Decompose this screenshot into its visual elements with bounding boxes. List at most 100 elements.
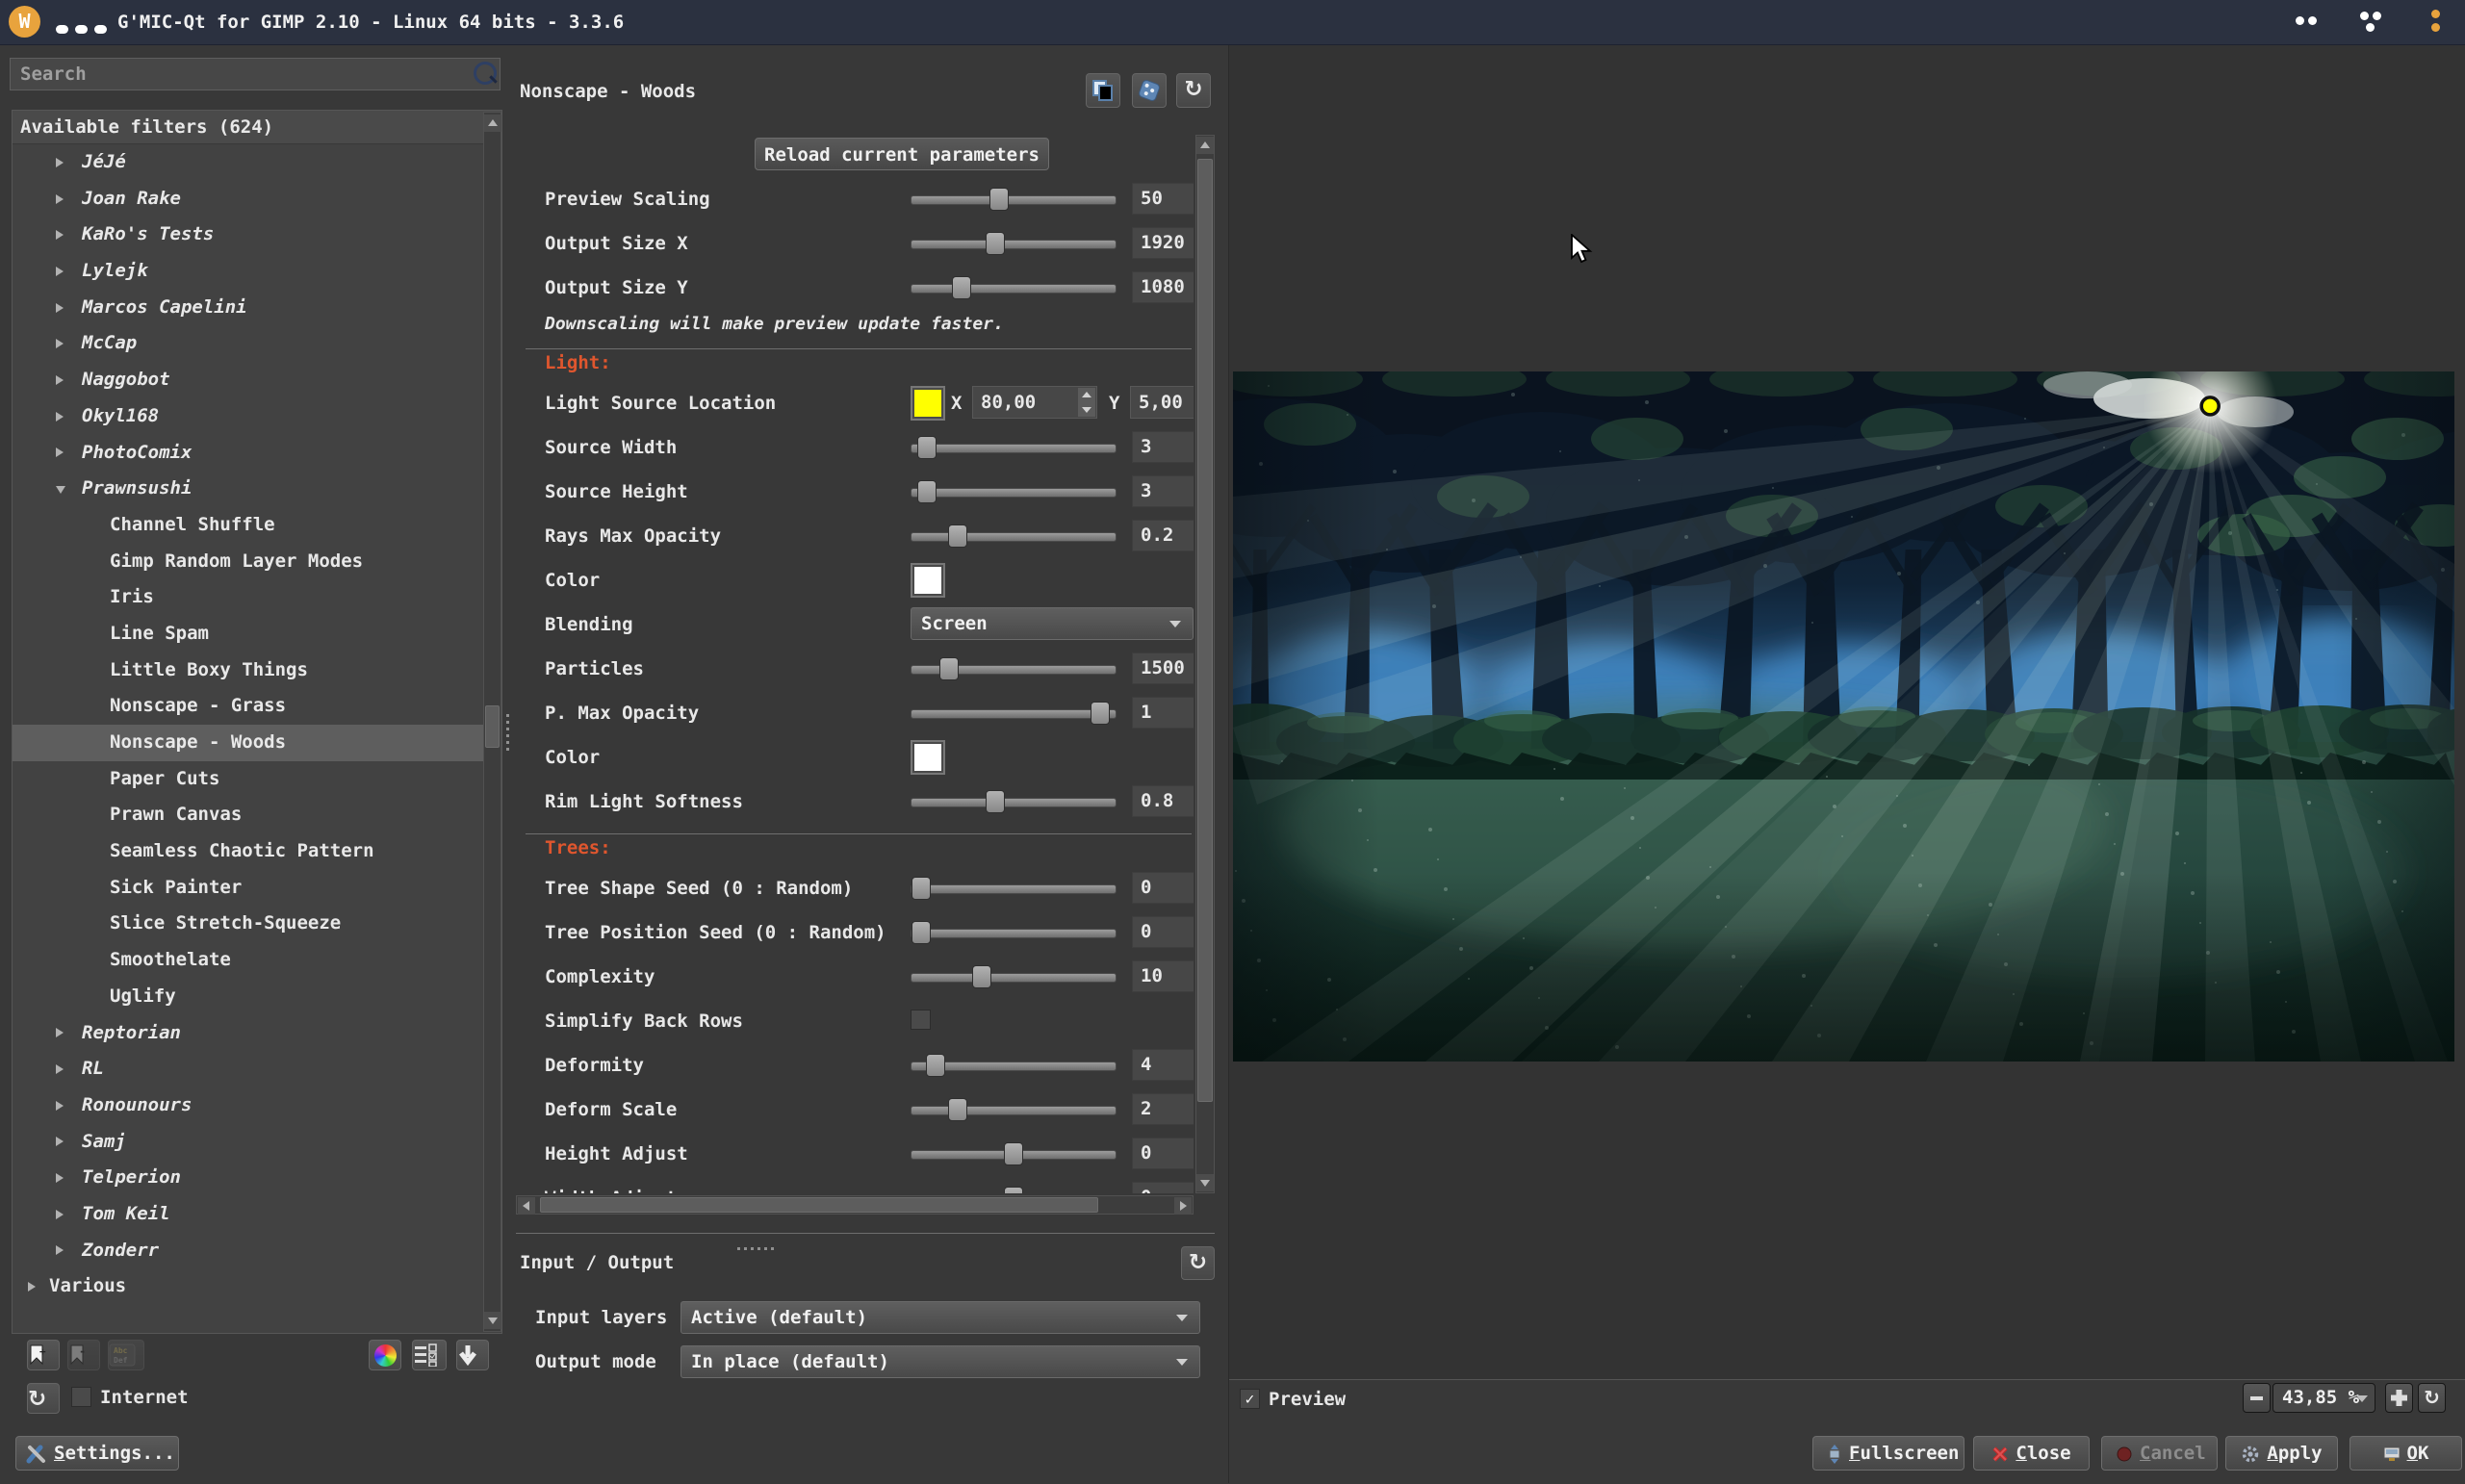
filter-tree-item[interactable]: Slice Stretch-Squeeze — [13, 906, 483, 942]
preview-checkbox[interactable]: ✓ — [1240, 1389, 1260, 1409]
blending-select[interactable]: Screen — [911, 607, 1194, 640]
chevron-collapsed-icon[interactable] — [56, 303, 64, 313]
param-value[interactable]: 3 — [1132, 475, 1194, 507]
color-wheel-button[interactable] — [369, 1340, 401, 1370]
color-swatch-button[interactable] — [911, 740, 945, 775]
filter-tree-item[interactable]: RL — [13, 1051, 483, 1087]
slider-handle[interactable] — [972, 965, 991, 988]
filter-tree-item[interactable]: Okyl168 — [13, 398, 483, 435]
spin-down-icon[interactable] — [1078, 402, 1095, 417]
filter-tree-item[interactable]: Line Spam — [13, 616, 483, 652]
io-splitter-handle[interactable] — [737, 1238, 778, 1259]
light-color-swatch[interactable] — [911, 386, 945, 421]
param-value[interactable]: 1080 — [1132, 271, 1194, 303]
chevron-collapsed-icon[interactable] — [56, 339, 64, 348]
internet-checkbox[interactable] — [71, 1387, 91, 1407]
chevron-collapsed-icon[interactable] — [56, 1028, 64, 1037]
filter-tree-item[interactable]: Uglify — [13, 979, 483, 1015]
filter-tree-item[interactable]: Iris — [13, 579, 483, 616]
chevron-collapsed-icon[interactable] — [56, 1173, 64, 1183]
refresh-filters-button[interactable]: ↻ — [27, 1383, 60, 1414]
scroll-down-icon[interactable] — [1196, 1174, 1214, 1191]
output-mode-select[interactable]: In place (default) — [680, 1345, 1200, 1378]
filter-tree-item[interactable]: Lylejk — [13, 253, 483, 290]
color-swatch-button[interactable] — [911, 563, 945, 598]
slider-handle[interactable] — [989, 188, 1009, 211]
param-value[interactable]: 1920 — [1132, 227, 1194, 259]
parameters-scrollbar-horizontal[interactable] — [516, 1195, 1194, 1215]
cancel-button[interactable]: Cancel — [2101, 1436, 2218, 1471]
slider-handle[interactable] — [986, 232, 1005, 255]
slider-handle[interactable] — [926, 1054, 945, 1077]
spin-up-icon[interactable] — [1078, 388, 1095, 402]
slider-track[interactable] — [911, 665, 1117, 675]
input-layers-select[interactable]: Active (default) — [680, 1301, 1200, 1334]
filter-tree-item[interactable]: McCap — [13, 325, 483, 362]
chevron-collapsed-icon[interactable] — [56, 267, 64, 276]
slider-track[interactable] — [911, 1150, 1117, 1160]
param-value[interactable]: 0.8 — [1132, 785, 1194, 817]
scroll-up-icon[interactable] — [1196, 137, 1214, 154]
param-value[interactable]: 0 — [1132, 1138, 1194, 1169]
filter-tree-item[interactable]: KaRo's Tests — [13, 217, 483, 253]
organize-faves-button[interactable] — [412, 1340, 447, 1370]
slider-track[interactable] — [911, 884, 1117, 894]
scroll-up-icon[interactable] — [484, 115, 501, 132]
reload-parameters-button[interactable]: Reload current parameters — [755, 138, 1049, 170]
chevron-collapsed-icon[interactable] — [56, 1137, 64, 1146]
slider-track[interactable] — [911, 973, 1117, 983]
parameters-scrollbar-vertical[interactable] — [1195, 135, 1215, 1193]
zoom-in-button[interactable] — [2385, 1383, 2413, 1413]
param-value[interactable]: 0.2 — [1132, 520, 1194, 551]
slider-handle[interactable] — [952, 276, 971, 299]
filter-tree-item[interactable]: Little Boxy Things — [13, 652, 483, 689]
simplify-back-rows-checkbox[interactable] — [911, 1010, 931, 1030]
param-value[interactable]: 1500 — [1132, 652, 1194, 684]
filter-tree-item[interactable]: Tom Keil — [13, 1196, 483, 1233]
chevron-collapsed-icon[interactable] — [56, 1245, 64, 1255]
param-value[interactable]: 2 — [1132, 1093, 1194, 1125]
param-value[interactable]: 0 — [1132, 872, 1194, 904]
filter-tree-item[interactable]: Marcos Capelini — [13, 290, 483, 326]
chevron-collapsed-icon[interactable] — [56, 158, 64, 167]
scrollbar-thumb[interactable] — [540, 1197, 1098, 1213]
slider-track[interactable] — [911, 798, 1117, 807]
remove-fave-button[interactable]: - — [67, 1340, 100, 1370]
filter-tree-scrollbar[interactable] — [483, 112, 501, 1332]
chevron-collapsed-icon[interactable] — [56, 375, 64, 385]
chevron-collapsed-icon[interactable] — [56, 1064, 64, 1074]
chevron-expanded-icon[interactable] — [56, 486, 65, 494]
copy-to-clipboard-button[interactable] — [1086, 73, 1120, 108]
filter-tree-header[interactable]: Available filters (624) — [13, 111, 501, 144]
param-value[interactable]: 50 — [1132, 183, 1194, 215]
slider-handle[interactable] — [948, 1098, 967, 1121]
slider-handle[interactable] — [1004, 1142, 1023, 1165]
chevron-collapsed-icon[interactable] — [56, 1210, 64, 1219]
randomize-button[interactable] — [1132, 73, 1167, 108]
chevron-collapsed-icon[interactable] — [56, 1101, 64, 1111]
param-value[interactable]: 1 — [1132, 697, 1194, 729]
expand-collapse-button[interactable] — [456, 1340, 489, 1370]
slider-track[interactable] — [911, 532, 1117, 542]
scroll-left-icon[interactable] — [518, 1197, 535, 1215]
filter-tree-item[interactable]: Gimp Random Layer Modes — [13, 544, 483, 580]
panel-splitter[interactable] — [506, 714, 509, 755]
apply-button[interactable]: Apply — [2225, 1436, 2338, 1471]
scrollbar-thumb[interactable] — [485, 705, 500, 748]
filter-tree-item[interactable]: Nonscape - Woods — [13, 725, 483, 761]
settings-button[interactable]: Settings... — [15, 1436, 179, 1471]
chevron-collapsed-icon[interactable] — [56, 448, 64, 457]
zoom-level-select[interactable]: 43,85 % — [2272, 1383, 2375, 1413]
preview-image[interactable] — [1233, 371, 2454, 1062]
param-value[interactable]: 10 — [1132, 960, 1194, 992]
slider-handle[interactable] — [1004, 1187, 1023, 1193]
reset-zoom-button[interactable]: ↻ — [2418, 1383, 2446, 1413]
filter-tree-item[interactable]: Joan Rake — [13, 181, 483, 217]
filter-tree-item[interactable]: Nonscape - Grass — [13, 688, 483, 725]
param-value[interactable]: 0 — [1132, 916, 1194, 948]
slider-handle[interactable] — [912, 877, 931, 900]
slider-handle[interactable] — [939, 657, 959, 680]
reset-parameters-button[interactable]: ↻ — [1176, 73, 1211, 108]
rename-fave-button[interactable]: AbcDef — [108, 1340, 144, 1370]
slider-handle[interactable] — [986, 790, 1005, 813]
